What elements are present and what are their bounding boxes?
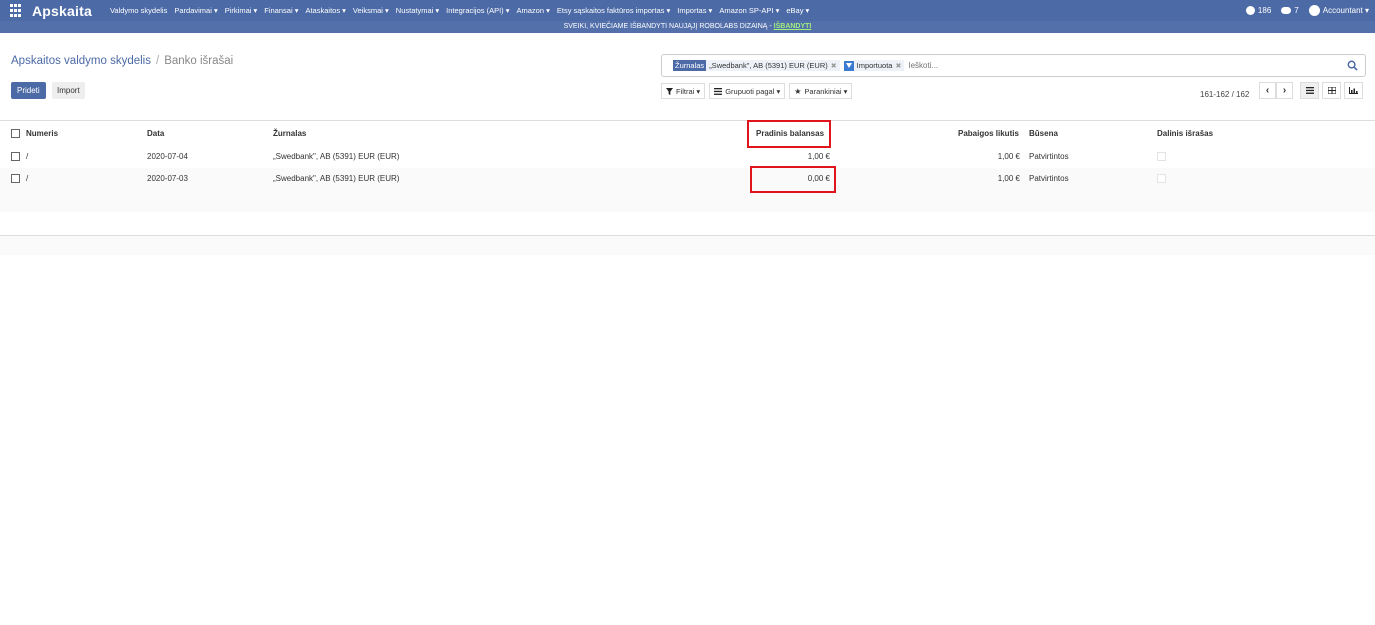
banner-text: SVEIKI, KVIEČIAME IŠBANDYTI NAUJĄJĮ ROBO…: [563, 23, 774, 30]
facet-journal-label: Žurnalas: [673, 60, 707, 71]
menu-item-sales[interactable]: Pardavimai ▾: [174, 6, 217, 15]
group-by-button[interactable]: Grupuoti pagal ▾: [709, 83, 786, 99]
menu-item-finance[interactable]: Finansai ▾: [264, 6, 298, 15]
app-brand[interactable]: Apskaita: [32, 3, 92, 19]
table-header: Numeris Data Žurnalas Pradinis balansas …: [0, 121, 1375, 146]
table-row[interactable]: / 2020-07-04 „Swedbank", AB (5391) EUR (…: [0, 146, 1375, 168]
row-date: 2020-07-03: [147, 174, 188, 183]
messages-indicator[interactable]: 7: [1281, 6, 1299, 15]
cell-highlight-box: [750, 166, 836, 193]
table-view-icon: [1327, 87, 1336, 94]
table-footer: [0, 236, 1375, 255]
create-button[interactable]: Prideti: [11, 82, 46, 99]
menu-item-purchases[interactable]: Pirkimai ▾: [225, 6, 258, 15]
breadcrumb-parent[interactable]: Apskaitos valdymo skydelis: [11, 55, 151, 67]
row-date: 2020-07-04: [147, 152, 188, 161]
menu-item-dashboard[interactable]: Valdymo skydelis: [110, 6, 167, 15]
chat-icon: [1281, 7, 1292, 14]
menu-item-import[interactable]: Importas ▾: [677, 6, 712, 15]
pivot-view-button[interactable]: [1322, 82, 1341, 99]
search-input[interactable]: [908, 61, 1209, 70]
header-number[interactable]: Numeris: [26, 121, 58, 146]
header-status[interactable]: Būsena: [1029, 121, 1058, 146]
row-end-balance: 1,00 €: [997, 174, 1020, 183]
facet-remove-icon[interactable]: ✖: [831, 62, 837, 70]
row-number: /: [26, 152, 29, 161]
apps-grid-icon[interactable]: [10, 3, 24, 18]
pager-previous-button[interactable]: ‹: [1259, 82, 1276, 99]
star-icon: ★: [794, 86, 802, 96]
pager-next-button[interactable]: ›: [1276, 82, 1293, 99]
menu-item-reports[interactable]: Ataskaitos ▾: [305, 6, 345, 15]
menu-item-amazon[interactable]: Amazon ▾: [517, 6, 550, 15]
favorites-label: Parankiniai ▾: [804, 86, 848, 96]
list-view-button[interactable]: [1300, 82, 1319, 99]
top-navbar: Apskaita Valdymo skydelis Pardavimai ▾ P…: [0, 0, 1375, 21]
facet-journal: „Swedbank", AB (5391) EUR (EUR) ✖: [706, 60, 840, 71]
pager-value[interactable]: 161-162 / 162: [1200, 90, 1249, 99]
menu-item-integrations[interactable]: Integracijos (API) ▾: [446, 6, 509, 15]
row-checkbox[interactable]: [11, 174, 20, 183]
group-by-label: Grupuoti pagal ▾: [725, 86, 781, 96]
activity-icon: [1245, 6, 1255, 15]
filter-facet-icon: [843, 60, 854, 71]
header-end-balance[interactable]: Pabaigos likutis: [958, 121, 1019, 146]
chevron-left-icon: ‹: [1265, 85, 1270, 96]
user-menu[interactable]: Accountant ▾: [1308, 5, 1369, 16]
breadcrumb-current: Banko išrašai: [164, 55, 234, 67]
header-journal[interactable]: Žurnalas: [273, 121, 306, 146]
notifications-count: 186: [1257, 6, 1272, 15]
header-highlight-box: [747, 120, 831, 148]
filters-button[interactable]: Filtrai ▾: [661, 83, 706, 99]
search-bar[interactable]: Žurnalas „Swedbank", AB (5391) EUR (EUR)…: [661, 54, 1366, 77]
announcement-banner: SVEIKI, KVIEČIAME IŠBANDYTI NAUJĄJĮ ROBO…: [0, 21, 1375, 33]
row-number: /: [26, 174, 29, 183]
row-status: Patvirtintos: [1029, 174, 1069, 183]
messages-count: 7: [1294, 6, 1299, 15]
graph-view-button[interactable]: [1344, 82, 1363, 99]
facet-imported-value: Importuota: [856, 61, 893, 70]
favorites-button[interactable]: ★ Parankiniai ▾: [789, 83, 853, 99]
facet-journal-value: „Swedbank", AB (5391) EUR (EUR): [709, 61, 828, 70]
navbar-right: 186 7 Accountant ▾: [1245, 0, 1369, 21]
row-journal: „Swedbank", AB (5391) EUR (EUR): [273, 174, 400, 183]
row-end-balance: 1,00 €: [997, 152, 1020, 161]
list-view-icon: [1305, 87, 1314, 94]
filter-icon: [666, 87, 673, 95]
row-start-balance: 1,00 €: [807, 152, 830, 161]
import-button[interactable]: Import: [52, 82, 85, 99]
chart-icon: [1349, 87, 1358, 94]
row-partial-checkbox: [1157, 152, 1166, 161]
row-journal: „Swedbank", AB (5391) EUR (EUR): [273, 152, 400, 161]
avatar: [1308, 5, 1320, 16]
user-name: Accountant ▾: [1322, 6, 1369, 15]
menu-item-etsy-import[interactable]: Etsy sąskaitos faktūros importas ▾: [557, 6, 670, 15]
menu-item-amazon-sp-api[interactable]: Amazon SP-API ▾: [719, 6, 779, 15]
row-partial-checkbox: [1157, 174, 1166, 183]
menu-item-actions[interactable]: Veiksmai ▾: [353, 6, 389, 15]
notifications-indicator[interactable]: 186: [1245, 6, 1272, 15]
row-status: Patvirtintos: [1029, 152, 1069, 161]
table-empty-row: [0, 190, 1375, 212]
header-date[interactable]: Data: [147, 121, 164, 146]
search-options: Filtrai ▾ Grupuoti pagal ▾ ★ Parankiniai…: [661, 83, 853, 99]
main-menu: Valdymo skydelis Pardavimai ▾ Pirkimai ▾…: [110, 6, 809, 15]
facet-remove-icon[interactable]: ✖: [895, 62, 901, 70]
banner-link[interactable]: IŠBANDYTI: [774, 23, 812, 30]
menu-item-ebay[interactable]: eBay ▾: [786, 6, 809, 15]
breadcrumb-separator: /: [155, 55, 160, 67]
row-checkbox[interactable]: [11, 152, 20, 161]
table-row[interactable]: / 2020-07-03 „Swedbank", AB (5391) EUR (…: [0, 168, 1375, 190]
search-icon[interactable]: [1347, 60, 1358, 71]
facet-imported: Importuota ✖: [853, 60, 905, 71]
menu-item-settings[interactable]: Nustatymai ▾: [396, 6, 439, 15]
list-icon: [714, 87, 723, 95]
breadcrumb: Apskaitos valdymo skydelis / Banko išrašai: [11, 55, 233, 67]
chevron-right-icon: ›: [1282, 85, 1287, 96]
header-partial[interactable]: Dalinis išrašas: [1157, 121, 1213, 146]
filters-label: Filtrai ▾: [676, 86, 701, 96]
select-all-checkbox[interactable]: [11, 129, 20, 138]
